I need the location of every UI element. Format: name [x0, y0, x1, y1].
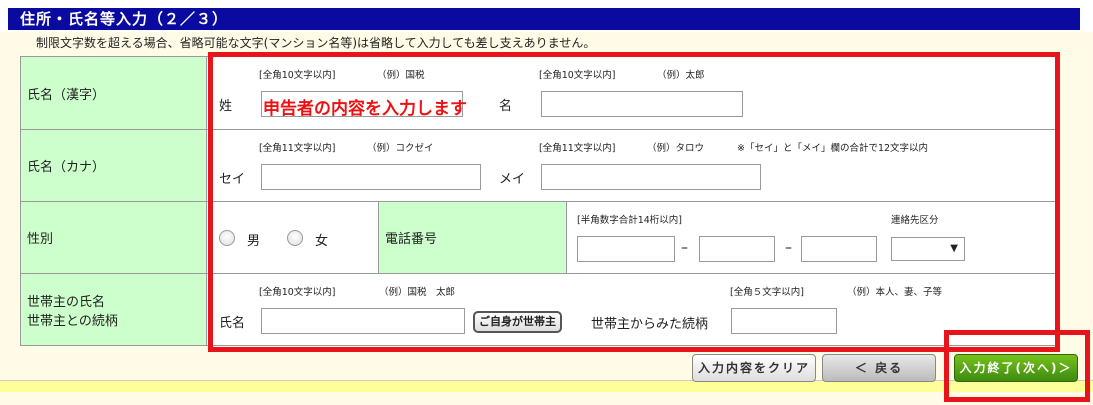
label-name-kana: 氏名（カナ） — [20, 129, 207, 202]
highlight-frame-next — [944, 330, 1090, 402]
title-area: 住所・氏名等入力（２／３） — [0, 0, 1093, 32]
label-name-kanji: 氏名（漢字） — [20, 56, 207, 130]
label-household-relation: 世帯主との続柄 — [27, 313, 118, 329]
label-household: 世帯主の氏名 世帯主との続柄 — [20, 273, 207, 346]
section-title: 住所・氏名等入力（２／３） — [8, 8, 1080, 30]
back-button[interactable]: ＜ 戻る — [822, 354, 936, 382]
label-gender: 性別 — [20, 201, 207, 274]
label-household-name: 世帯主の氏名 — [27, 294, 106, 310]
note-text: 制限文字数を超える場合、省略可能な文字(マンション名等)は省略して入力しても差し… — [36, 36, 596, 50]
clear-button[interactable]: 入力内容をクリア — [692, 354, 816, 382]
highlight-frame-form — [208, 52, 1060, 352]
